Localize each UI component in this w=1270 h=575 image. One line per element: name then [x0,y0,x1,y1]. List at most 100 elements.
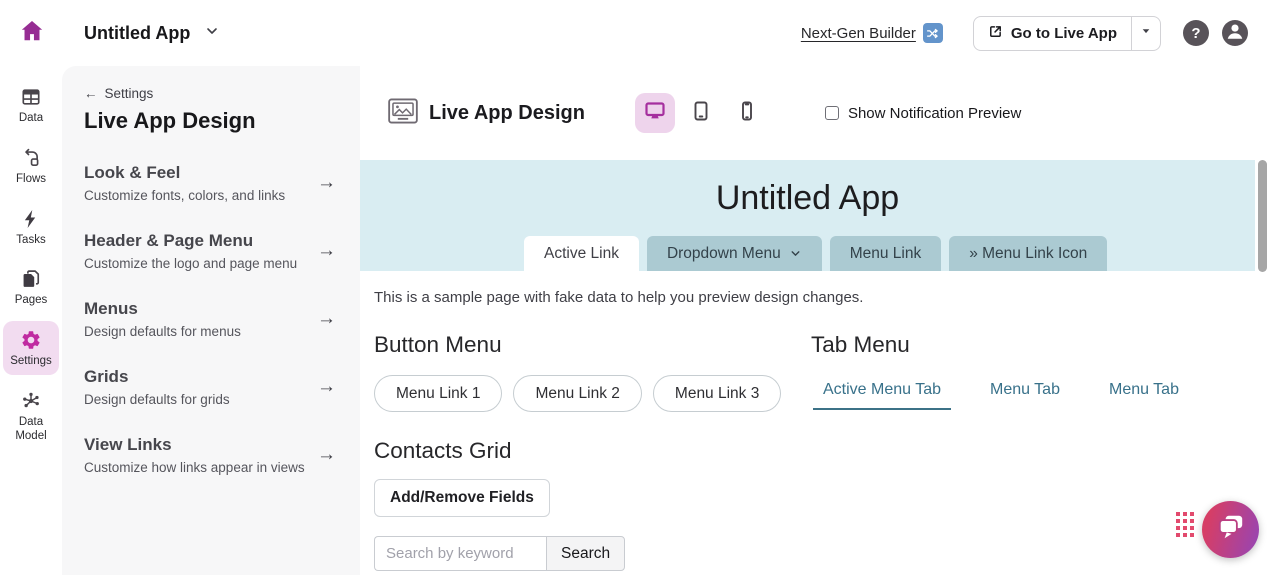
settings-item-look-and-feel[interactable]: Look & Feel Customize fonts, colors, and… [84,163,340,203]
menu-tab[interactable]: Menu Tab [980,381,1070,410]
preview-tab-dropdown-menu[interactable]: Dropdown Menu [647,236,822,271]
settings-item-header-page-menu[interactable]: Header & Page Menu Customize the logo an… [84,231,340,271]
pages-icon [20,267,42,291]
topbar: Untitled App Next-Gen Builder Go to Live… [0,0,1270,66]
settings-item-subtitle: Design defaults for grids [84,392,306,407]
go-to-live-app-label: Go to Live App [1011,25,1117,42]
next-gen-builder-link[interactable]: Next-Gen Builder [801,23,943,43]
menu-link-3-button[interactable]: Menu Link 3 [653,375,781,412]
settings-list: Look & Feel Customize fonts, colors, and… [84,163,340,475]
next-gen-builder-label: Next-Gen Builder [801,25,916,42]
settings-item-view-links[interactable]: View Links Customize how links appear in… [84,435,340,475]
preview-tab-label: » Menu Link Icon [969,245,1087,263]
preview-tab-menu-link-icon[interactable]: » Menu Link Icon [949,236,1107,271]
grid-search: Search [374,536,1255,571]
picture-icon [388,98,418,129]
notification-preview-checkbox[interactable] [825,106,839,120]
help-button[interactable]: ? [1183,20,1209,46]
menu-tab[interactable]: Menu Tab [1099,381,1189,410]
phone-preview-button[interactable] [727,93,767,133]
panel-title: Live App Design [84,108,340,134]
settings-item-title: Menus [84,299,306,319]
button-menu-buttons: Menu Link 1 Menu Link 2 Menu Link 3 [374,375,811,412]
settings-item-subtitle: Customize fonts, colors, and links [84,188,306,203]
sidebar-item-flows[interactable]: Flows [3,139,59,193]
sidebar-item-data[interactable]: Data [3,78,59,132]
back-to-settings-link[interactable]: ← Settings [84,86,340,101]
preview-app-title: Untitled App [360,160,1255,218]
back-arrow-icon: ← [84,86,98,101]
back-link-label: Settings [105,86,154,101]
tab-menu-section: Tab Menu Active Menu Tab Menu Tab Menu T… [811,318,1255,412]
menu-link-2-button[interactable]: Menu Link 2 [513,375,641,412]
data-table-icon [20,85,42,109]
button-menu-section: Button Menu Menu Link 1 Menu Link 2 Menu… [374,318,811,412]
preview-tab-label: Dropdown Menu [667,245,781,263]
live-app-preview-banner: Untitled App Active Link Dropdown Menu M… [360,160,1255,271]
arrow-right-icon: → [317,308,336,330]
sidebar-item-data-model[interactable]: Data Model [3,382,59,450]
go-to-live-app-split-button: Go to Live App [973,16,1161,51]
external-link-icon [988,24,1003,43]
show-notification-preview-toggle[interactable]: Show Notification Preview [825,105,1021,122]
settings-item-title: Header & Page Menu [84,231,306,251]
app-title-menu[interactable]: Untitled App [84,23,220,44]
arrow-right-icon: → [317,240,336,262]
settings-item-grids[interactable]: Grids Design defaults for grids → [84,367,340,407]
help-label: ? [1191,25,1200,42]
arrow-right-icon: → [317,444,336,466]
settings-item-subtitle: Design defaults for menus [84,324,306,339]
settings-item-title: Look & Feel [84,163,306,183]
settings-item-subtitle: Customize how links appear in views [84,460,306,475]
chat-widget-drag-handle[interactable] [1176,512,1194,537]
page-title: Live App Design [429,102,585,125]
settings-item-title: Grids [84,367,306,387]
tab-menu-title: Tab Menu [811,332,1255,358]
phone-icon [735,99,759,128]
sidebar-item-label: Data Model [4,416,58,444]
scrollbar-track[interactable] [1255,66,1270,575]
sidebar-item-tasks[interactable]: Tasks [3,200,59,254]
settings-item-menus[interactable]: Menus Design defaults for menus → [84,299,340,339]
search-input[interactable] [374,536,546,571]
chat-widget-button[interactable] [1202,501,1259,558]
sidebar-item-settings[interactable]: Settings [3,321,59,375]
tab-menu-tabs: Active Menu Tab Menu Tab Menu Tab [813,381,1255,410]
main-content: Live App Design [360,66,1270,575]
menu-link-1-button[interactable]: Menu Link 1 [374,375,502,412]
sidebar-item-pages[interactable]: Pages [3,260,59,314]
active-menu-tab[interactable]: Active Menu Tab [813,381,951,410]
avatar[interactable] [1222,20,1248,46]
contacts-grid-title: Contacts Grid [374,438,1255,464]
preview-tab-active-link[interactable]: Active Link [524,236,639,271]
sidebar-item-label: Settings [4,355,58,369]
sidebar-item-label: Data [4,112,58,126]
flows-icon [20,146,42,170]
app-title: Untitled App [84,23,190,44]
home-icon [19,18,45,49]
sample-page-text: This is a sample page with fake data to … [374,289,1255,306]
preview-tab-menu-link[interactable]: Menu Link [830,236,942,271]
home-button[interactable] [16,17,48,49]
tablet-icon [689,99,713,128]
go-to-live-app-dropdown-button[interactable] [1131,17,1160,50]
scrollbar-thumb[interactable] [1258,160,1267,272]
tablet-preview-button[interactable] [681,93,721,133]
preview-tab-label: Menu Link [850,245,922,263]
desktop-preview-button[interactable] [635,93,675,133]
live-app-design-header: Live App Design [388,90,1255,136]
lightning-bolt-icon [20,207,42,231]
settings-item-title: View Links [84,435,306,455]
search-button[interactable]: Search [546,536,625,571]
data-model-icon [20,389,42,413]
preview-tab-label: Active Link [544,245,619,263]
go-to-live-app-button[interactable]: Go to Live App [974,17,1131,50]
gear-icon [20,328,42,352]
settings-item-subtitle: Customize the logo and page menu [84,256,306,271]
add-remove-fields-button[interactable]: Add/Remove Fields [374,479,550,517]
sidebar-item-label: Flows [4,173,58,187]
desktop-monitor-icon [643,99,667,128]
sidebar-item-label: Tasks [4,234,58,248]
contacts-grid-section: Contacts Grid Add/Remove Fields Search [360,438,1255,575]
button-menu-title: Button Menu [374,332,811,358]
